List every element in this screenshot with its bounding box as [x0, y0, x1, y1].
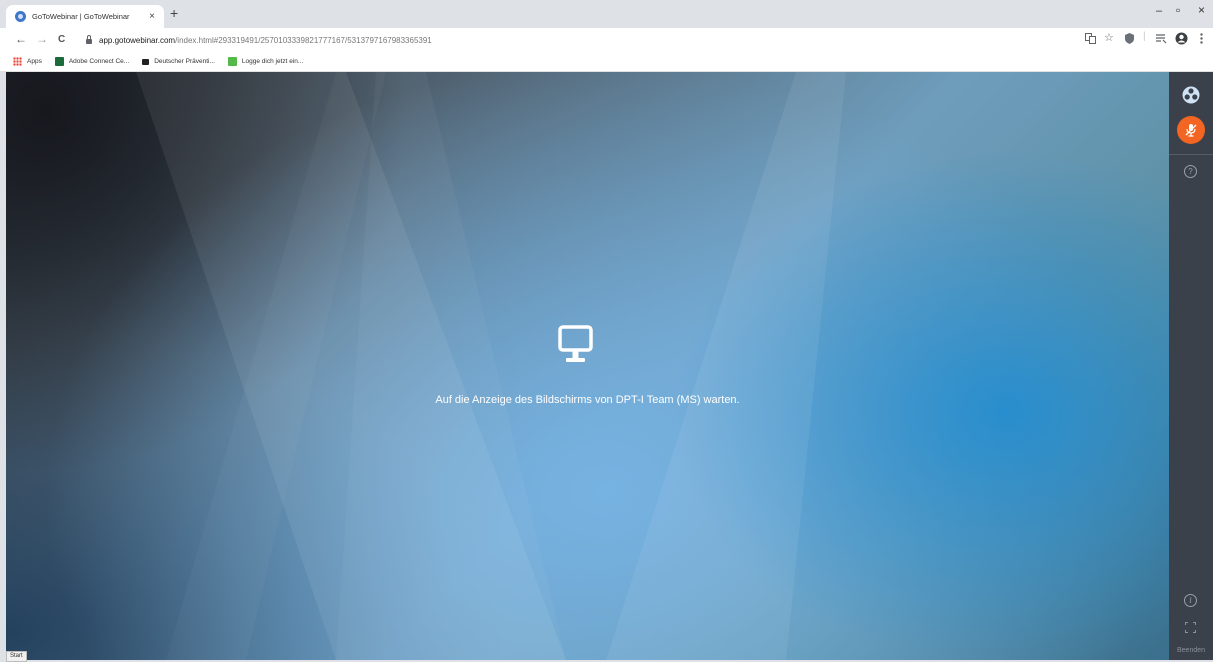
back-button[interactable]: ←	[15, 32, 27, 46]
tab-close-icon[interactable]: ×	[146, 11, 158, 22]
panel-divider	[1169, 154, 1213, 155]
microphone-muted-button[interactable]	[1177, 116, 1205, 144]
address-bar[interactable]: app.gotowebinar.com/index.html#293319491…	[86, 31, 1076, 49]
fullscreen-icon[interactable]	[1185, 622, 1196, 633]
apps-grid-icon	[13, 57, 22, 66]
minimize-window-button[interactable]: –	[1156, 5, 1162, 17]
forward-button[interactable]: →	[36, 32, 48, 46]
help-icon[interactable]: ?	[1184, 165, 1197, 178]
microphone-muted-icon	[1185, 124, 1197, 137]
reading-list-icon[interactable]	[1156, 33, 1167, 44]
gotowebinar-favicon-icon	[15, 11, 26, 22]
browser-tab-strip: GoToWebinar | GoToWebinar × + – ▫ ×	[0, 0, 1213, 28]
star-icon[interactable]: ☆	[1104, 32, 1114, 44]
menu-icon[interactable]	[1200, 33, 1203, 44]
webinar-stage: Auf die Anzeige des Bildschirms von DPT-…	[6, 72, 1169, 660]
video-camera-icon	[142, 58, 150, 65]
browser-toolbar: ← → C app.gotowebinar.com/index.html#293…	[0, 28, 1213, 52]
url-text: app.gotowebinar.com/index.html#293319491…	[99, 35, 432, 45]
bookmark-adobe-connect[interactable]: Adobe Connect Ce...	[54, 57, 130, 66]
bookmark-logge-dich[interactable]: Logge dich jetzt ein...	[227, 57, 304, 66]
tab-title: GoToWebinar | GoToWebinar	[32, 12, 130, 21]
info-icon[interactable]: i	[1184, 594, 1197, 607]
bookmark-label: Apps	[27, 58, 42, 65]
end-session-button[interactable]: Beenden	[1169, 647, 1213, 654]
new-tab-button[interactable]: +	[170, 6, 178, 20]
reload-button[interactable]: C	[58, 33, 65, 47]
adobe-connect-icon	[54, 57, 64, 66]
toolbar-separator: |	[1143, 31, 1146, 42]
bookmark-label: Logge dich jetzt ein...	[241, 58, 304, 65]
bookmarks-bar: Apps Adobe Connect Ce... Deutscher Präve…	[0, 52, 1213, 72]
monitor-icon	[558, 325, 593, 362]
translate-icon[interactable]	[1085, 33, 1096, 44]
bookmark-apps[interactable]: Apps	[13, 57, 42, 66]
restore-window-button[interactable]: ▫	[1176, 3, 1180, 17]
control-side-panel: ? i Beenden	[1169, 72, 1213, 660]
chart-icon	[227, 57, 237, 66]
gotowebinar-logo-icon[interactable]	[1182, 86, 1200, 104]
bookmark-label: Adobe Connect Ce...	[68, 58, 130, 65]
browser-tab-gotowebinar[interactable]: GoToWebinar | GoToWebinar ×	[6, 5, 164, 28]
extension-icon[interactable]	[1125, 33, 1134, 44]
lock-icon	[86, 35, 92, 44]
profile-icon[interactable]	[1175, 32, 1188, 45]
bookmark-label: Deutscher Präventi...	[154, 58, 215, 65]
bookmark-deutscher-praeventi[interactable]: Deutscher Präventi...	[142, 58, 215, 65]
taskbar-start-button[interactable]: Start	[6, 651, 27, 662]
waiting-for-screen-message: Auf die Anzeige des Bildschirms von DPT-…	[435, 394, 740, 406]
close-window-button[interactable]: ×	[1198, 3, 1205, 17]
